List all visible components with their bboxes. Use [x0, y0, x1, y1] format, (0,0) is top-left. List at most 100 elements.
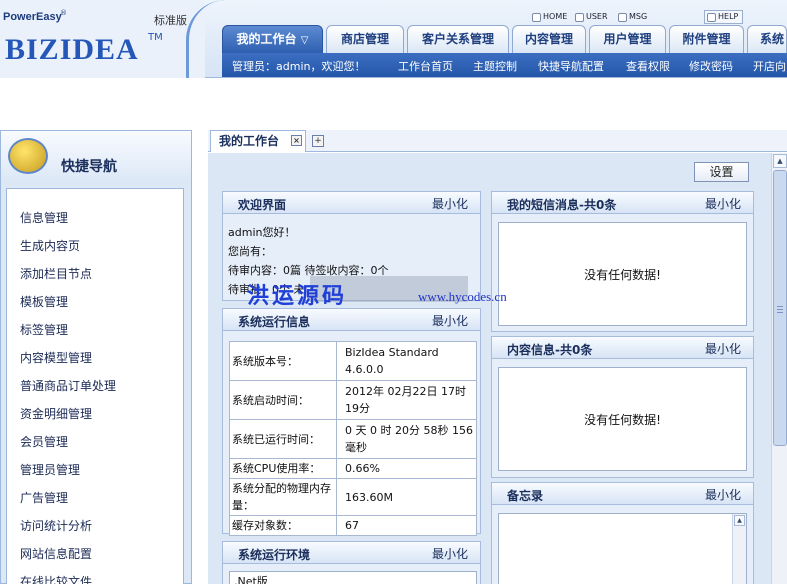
- nav-tab-workbench[interactable]: 我的工作台 ▽: [222, 25, 323, 53]
- nav-tab-crm[interactable]: 客户关系管理: [407, 25, 509, 53]
- nav-tab-system[interactable]: 系统: [747, 25, 787, 53]
- mail-icon: [618, 12, 627, 22]
- memo-header: 备忘录 最小化: [492, 483, 753, 505]
- nav-tab-attachments[interactable]: 附件管理: [669, 25, 744, 53]
- sublink-permissions[interactable]: 查看权限: [626, 58, 670, 74]
- table-row: 缓存对象数： 67: [229, 515, 477, 536]
- table-row: 系统版本号： BizIdea Standard 4.6.0.0: [229, 341, 477, 381]
- memo-widget: 备忘录 最小化 ▲: [491, 482, 754, 584]
- sms-title: 我的短信消息-共0条: [507, 198, 617, 212]
- sms-body: 没有任何数据!: [498, 222, 747, 326]
- quick-nav-panel: 快捷导航 信息管理 生成内容页 添加栏目节点 模板管理 标签管理 内容模型管理 …: [0, 130, 192, 584]
- workspace-tabbar: 我的工作台 × +: [208, 130, 787, 152]
- nav-tab-users[interactable]: 用户管理: [589, 25, 666, 53]
- table-row: 系统CPU使用率： 0.66%: [229, 458, 477, 479]
- scroll-thumb[interactable]: [773, 170, 787, 446]
- welcome-minimize-button[interactable]: 最小化: [432, 195, 468, 212]
- quick-nav-header: 快捷导航: [1, 131, 191, 183]
- home-link[interactable]: HOME: [532, 10, 567, 24]
- sidebar-item-funds[interactable]: 资金明细管理: [20, 405, 92, 422]
- content-info-minimize-button[interactable]: 最小化: [705, 340, 741, 357]
- admin-welcome: 管理员：admin，欢迎您！: [232, 60, 366, 73]
- sublink-open-store[interactable]: 开店向: [753, 58, 786, 74]
- table-row: 系统分配的物理内存量： 163.60M: [229, 478, 477, 516]
- msg-link[interactable]: MSG: [618, 10, 647, 24]
- system-info-minimize-button[interactable]: 最小化: [432, 312, 468, 329]
- info-value: BizIdea Standard 4.6.0.0: [336, 341, 477, 381]
- settings-button[interactable]: 设置: [694, 162, 749, 182]
- sub-nav-bar: 管理员：admin，欢迎您！ 工作台首页 主题控制 快捷导航配置 查看权限 修改…: [222, 53, 787, 77]
- close-icon[interactable]: ×: [291, 135, 302, 146]
- add-tab-icon[interactable]: +: [312, 135, 324, 147]
- info-value: 2012年 02月22日 17时19分: [336, 380, 477, 420]
- sidebar-item-stats[interactable]: 访问统计分析: [20, 517, 92, 534]
- sidebar-item-generate[interactable]: 生成内容页: [20, 237, 80, 254]
- help-icon: [707, 12, 716, 22]
- sidebar-item-tags[interactable]: 标签管理: [20, 321, 68, 338]
- system-env-minimize-button[interactable]: 最小化: [432, 545, 468, 562]
- memo-title: 备忘录: [507, 489, 544, 503]
- sms-empty-text: 没有任何数据!: [584, 268, 661, 282]
- edition-label: 标准版: [154, 14, 187, 27]
- welcome-widget-header: 欢迎界面 最小化: [223, 192, 480, 214]
- info-label: 系统分配的物理内存量：: [229, 478, 337, 516]
- scroll-up-icon[interactable]: ▲: [734, 515, 745, 526]
- sublink-workbench-home[interactable]: 工作台首页: [398, 58, 453, 74]
- sidebar-item-ads[interactable]: 广告管理: [20, 489, 68, 506]
- info-value: 163.60M: [336, 478, 477, 516]
- info-value: 67: [336, 515, 477, 536]
- system-info-header: 系统运行信息 最小化: [223, 309, 480, 331]
- registered-mark-icon: ®: [60, 9, 67, 17]
- content-info-widget: 内容信息-共0条 最小化 没有任何数据!: [491, 336, 754, 478]
- logo: BIZIDEA: [5, 33, 139, 66]
- sublink-theme[interactable]: 主题控制: [473, 58, 517, 74]
- memo-scrollbar[interactable]: ▲: [732, 514, 746, 584]
- system-env-widget: 系统运行环境 最小化 .Net版: [222, 541, 481, 584]
- nav-tab-store[interactable]: 商店管理: [326, 25, 404, 53]
- sidebar-item-orders[interactable]: 普通商品订单处理: [20, 377, 116, 394]
- sidebar-item-file-compare[interactable]: 在线比较文件: [20, 573, 92, 584]
- app-header: PowerEasy ® 标准版 BIZIDEA TM HOME USER MSG…: [0, 0, 787, 78]
- welcome-pending-label: 您尚有：: [228, 245, 272, 258]
- brand-small: PowerEasy: [3, 11, 62, 23]
- help-link[interactable]: HELP: [704, 10, 744, 24]
- watermark-url: www.hycodes.cn: [418, 289, 507, 304]
- system-env-line: .Net版: [234, 575, 268, 584]
- home-icon: [532, 12, 541, 22]
- content-info-title: 内容信息-共0条: [507, 343, 593, 357]
- user-icon: [575, 12, 584, 22]
- watermark-chinese: 洪运源码: [247, 284, 348, 309]
- logo-area: PowerEasy ® 标准版 BIZIDEA TM: [0, 0, 205, 78]
- info-label: 系统启动时间：: [229, 380, 337, 420]
- user-link[interactable]: USER: [575, 10, 608, 24]
- welcome-greeting: admin您好！: [228, 226, 296, 239]
- sidebar-item-site-config[interactable]: 网站信息配置: [20, 545, 92, 562]
- system-info-table: 系统版本号： BizIdea Standard 4.6.0.0 系统启动时间： …: [229, 341, 477, 536]
- nav-tab-content[interactable]: 内容管理: [512, 25, 586, 53]
- content-empty-text: 没有任何数据!: [584, 413, 661, 427]
- tab-my-workbench[interactable]: 我的工作台 ×: [210, 130, 306, 152]
- dashboard-area: 设置 欢迎界面 最小化 admin您好！ 您尚有： 待审内容：0篇 待签收内容：…: [208, 153, 771, 584]
- welcome-widget-title: 欢迎界面: [238, 198, 287, 212]
- scroll-up-icon[interactable]: ▲: [773, 154, 787, 168]
- sidebar-item-content-model[interactable]: 内容模型管理: [20, 349, 92, 366]
- sms-header: 我的短信消息-共0条 最小化: [492, 192, 753, 214]
- sidebar-item-admins[interactable]: 管理员管理: [20, 461, 80, 478]
- page-scrollbar[interactable]: ▲: [771, 153, 787, 584]
- scroll-grip: [777, 312, 783, 313]
- memo-textarea[interactable]: ▲: [498, 513, 747, 584]
- content-info-body: 没有任何数据!: [498, 367, 747, 471]
- info-label: 系统已运行时间：: [229, 419, 337, 459]
- system-env-header: 系统运行环境 最小化: [223, 542, 480, 564]
- info-value: 0.66%: [336, 458, 477, 479]
- sidebar-item-add-node[interactable]: 添加栏目节点: [20, 265, 92, 282]
- table-row: 系统已运行时间： 0 天 0 时 20分 58秒 156毫秒: [229, 419, 477, 459]
- sidebar-item-templates[interactable]: 模板管理: [20, 293, 68, 310]
- sms-minimize-button[interactable]: 最小化: [705, 195, 741, 212]
- sidebar-item-members[interactable]: 会员管理: [20, 433, 68, 450]
- memo-minimize-button[interactable]: 最小化: [705, 486, 741, 503]
- sidebar-item-info[interactable]: 信息管理: [20, 209, 68, 226]
- logo-tm: TM: [148, 32, 163, 43]
- sublink-quicknav-config[interactable]: 快捷导航配置: [538, 58, 604, 74]
- sublink-change-password[interactable]: 修改密码: [689, 58, 733, 74]
